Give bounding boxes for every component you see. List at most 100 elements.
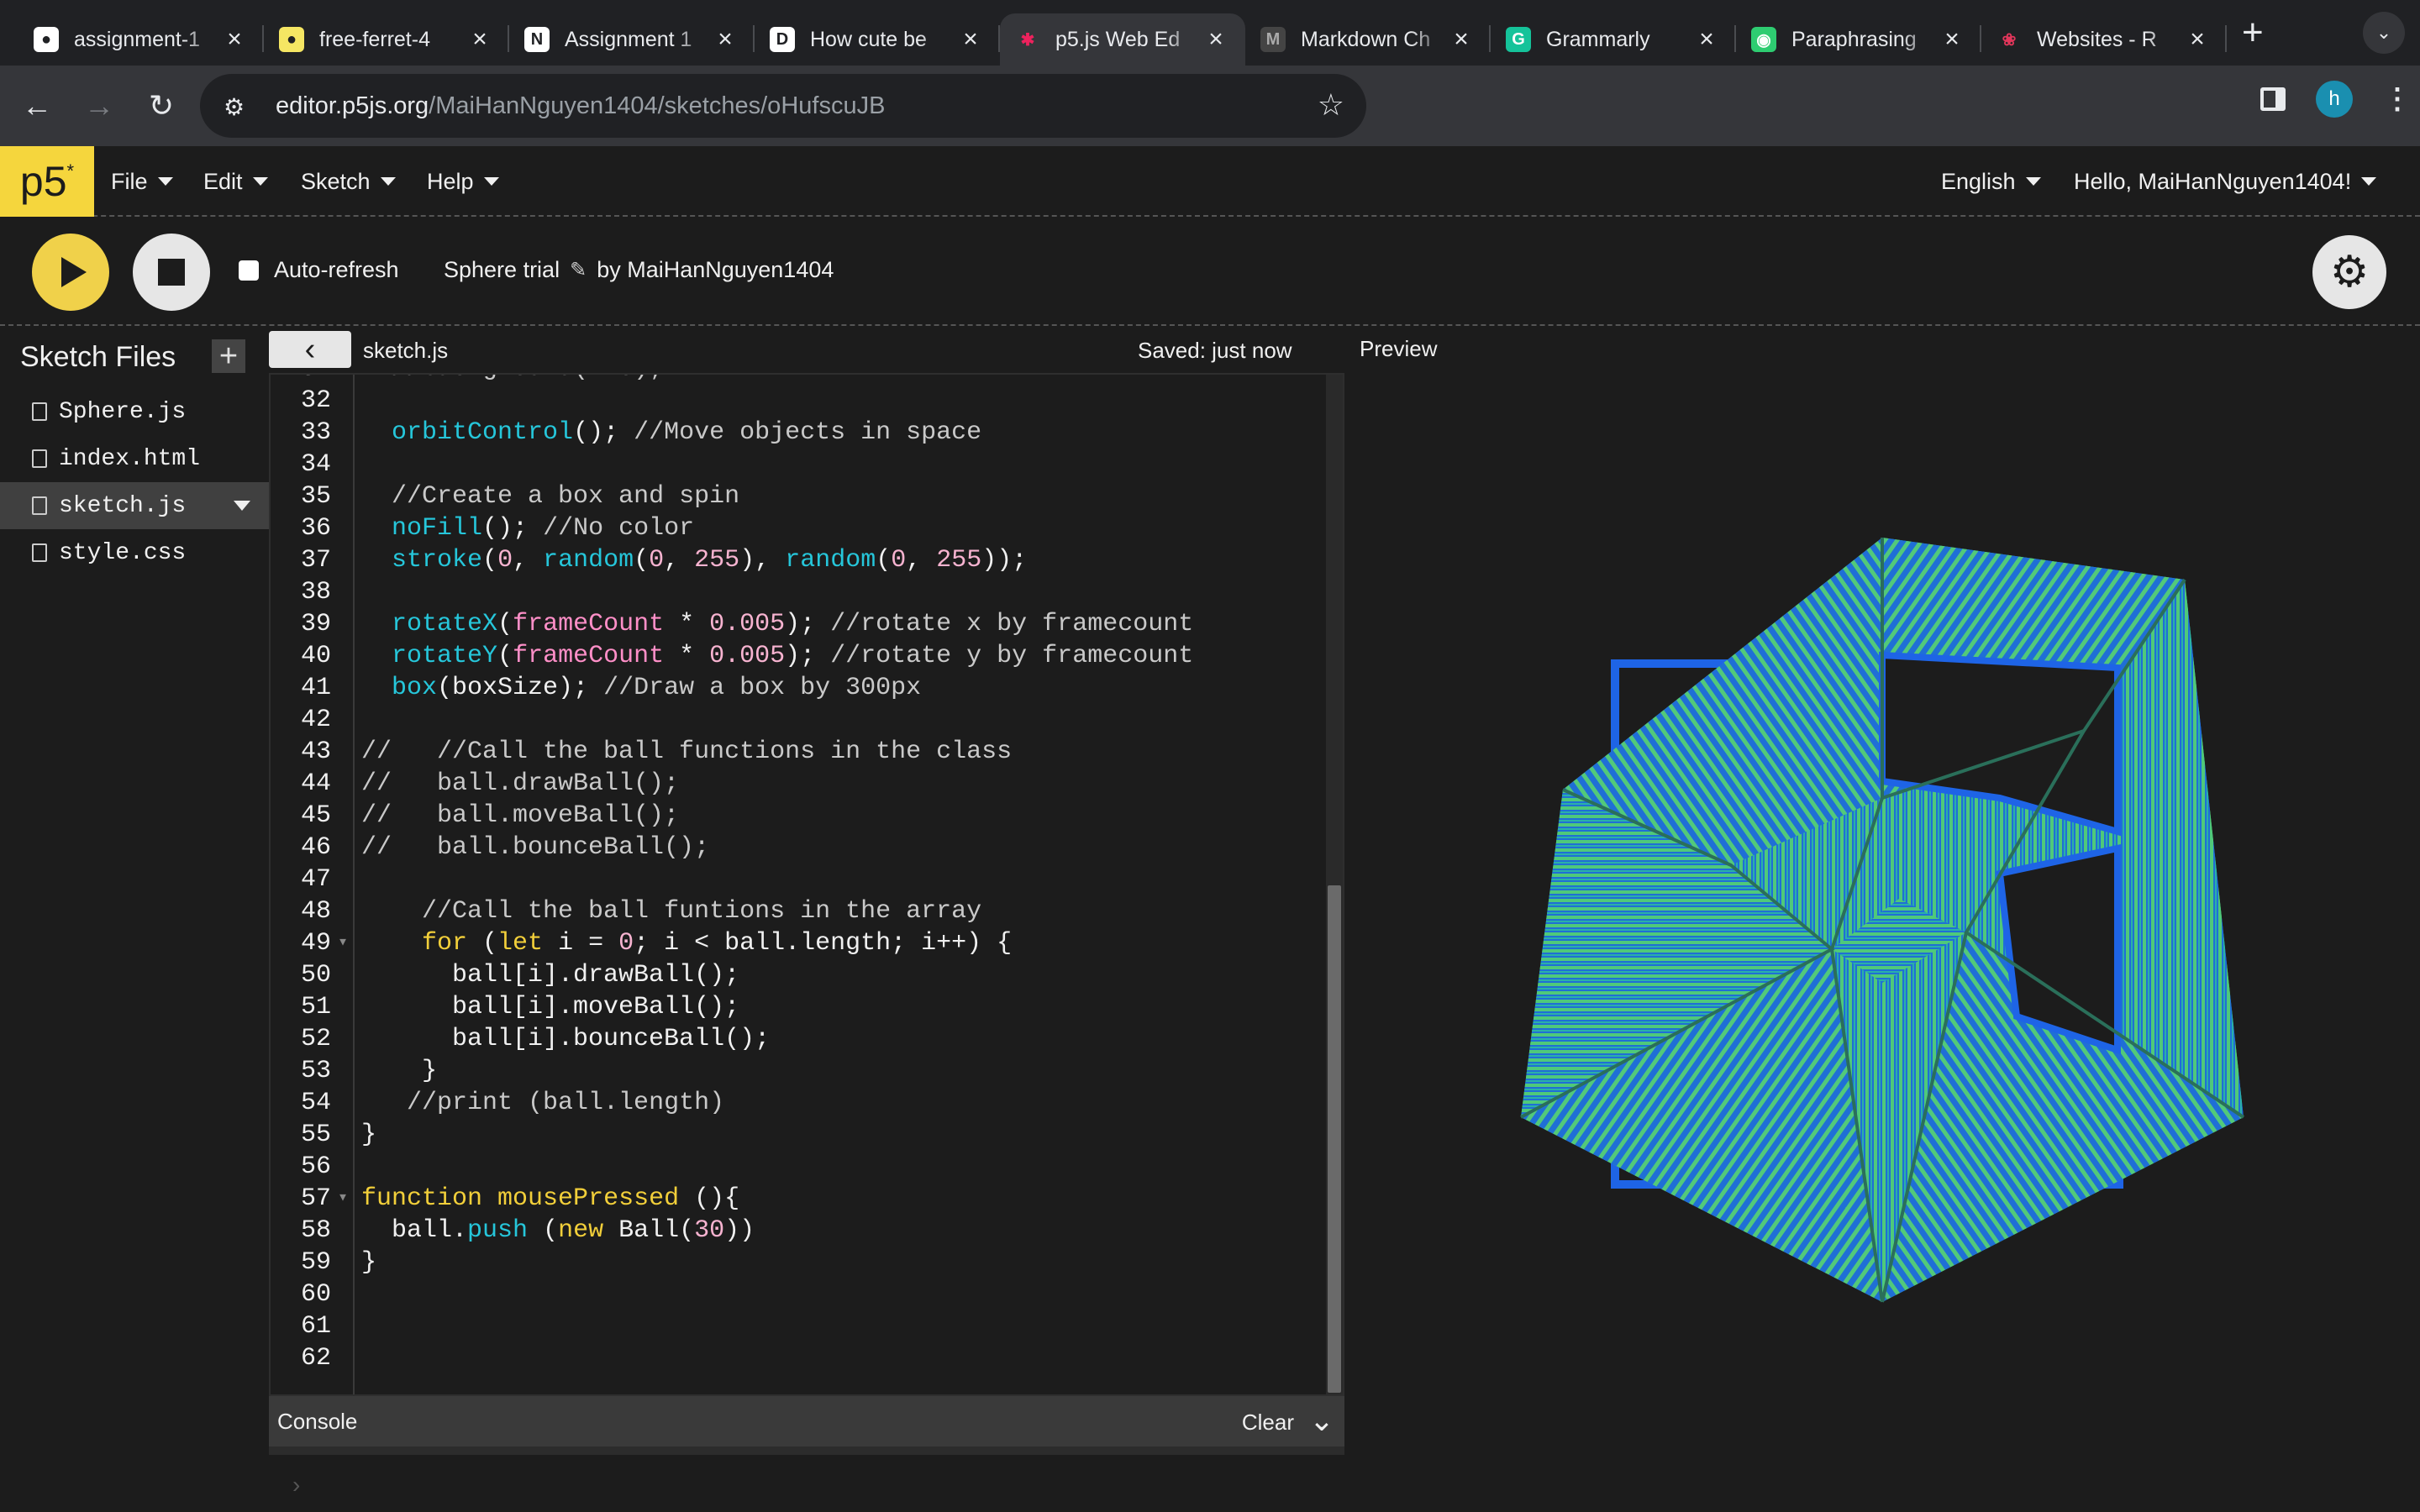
sidebar-file-item[interactable]: sketch.js bbox=[0, 482, 269, 529]
side-panel-icon[interactable] bbox=[2260, 87, 2286, 111]
code-line[interactable]: 32 bbox=[271, 385, 1329, 417]
chevron-down-icon bbox=[252, 177, 268, 186]
browser-tab[interactable]: D How cute be × bbox=[755, 13, 1000, 66]
code-line[interactable]: 35 //Create a box and spin bbox=[271, 480, 1329, 512]
code-line[interactable]: 40 rotateY(frameCount * 0.005); //rotate… bbox=[271, 640, 1329, 672]
close-icon[interactable]: × bbox=[2183, 25, 2212, 54]
language-select[interactable]: English bbox=[1941, 146, 2041, 217]
code-line[interactable]: 54 //print (ball.length) bbox=[271, 1087, 1329, 1119]
browser-tab[interactable]: G Grammarly × bbox=[1491, 13, 1736, 66]
code-editor[interactable]: 31 //background(220);3233 orbitControl()… bbox=[269, 373, 1344, 1396]
close-icon[interactable]: × bbox=[1202, 25, 1230, 54]
code-line[interactable]: 44 // ball.drawBall(); bbox=[271, 768, 1329, 800]
code-line[interactable]: 62 bbox=[271, 1342, 1329, 1374]
close-icon[interactable]: × bbox=[466, 25, 494, 54]
pencil-icon[interactable]: ✎ bbox=[570, 258, 587, 282]
reload-icon[interactable]: ↻ bbox=[136, 81, 187, 131]
code-line[interactable]: 57 ▾ function mousePressed (){ bbox=[271, 1183, 1329, 1215]
code-line[interactable]: 42 bbox=[271, 704, 1329, 736]
new-tab-button[interactable]: + bbox=[2242, 12, 2264, 54]
code-line[interactable]: 59} bbox=[271, 1247, 1329, 1278]
menu-edit[interactable]: Edit bbox=[203, 146, 268, 217]
console-output[interactable]: › bbox=[269, 1446, 1344, 1512]
auto-refresh-checkbox[interactable] bbox=[239, 260, 259, 281]
code-line[interactable]: 38 bbox=[271, 576, 1329, 608]
code-line[interactable]: 58 ball.push (new Ball(30)) bbox=[271, 1215, 1329, 1247]
browser-tab[interactable]: ● assignment-1 × bbox=[18, 13, 264, 66]
code-line[interactable]: 37 stroke(0, random(0, 255), random(0, 2… bbox=[271, 544, 1329, 576]
sidebar-file-item[interactable]: Sphere.js bbox=[0, 388, 269, 435]
fold-arrow-icon[interactable]: ▾ bbox=[331, 1183, 355, 1215]
menu-help[interactable]: Help bbox=[427, 146, 499, 217]
scrollbar-thumb[interactable] bbox=[1328, 885, 1341, 1393]
code-line[interactable]: 48 //Call the ball funtions in the array bbox=[271, 895, 1329, 927]
sidebar-file-item[interactable]: style.css bbox=[0, 529, 269, 576]
menu-sketch[interactable]: Sketch bbox=[301, 146, 396, 217]
close-icon[interactable]: × bbox=[1938, 25, 1966, 54]
chevron-down-icon[interactable]: ⌄ bbox=[1309, 1403, 1334, 1438]
code-line[interactable]: 47 bbox=[271, 864, 1329, 895]
stop-button[interactable] bbox=[133, 234, 210, 311]
tab-search-chevron-icon[interactable]: ⌄ bbox=[2363, 12, 2405, 54]
browser-tab[interactable]: ✱ p5.js Web Ed × bbox=[1000, 13, 1245, 66]
code-line[interactable]: 50 ball[i].drawBall(); bbox=[271, 959, 1329, 991]
code-line[interactable]: 55} bbox=[271, 1119, 1329, 1151]
code-line[interactable]: 51 ball[i].moveBall(); bbox=[271, 991, 1329, 1023]
play-button[interactable] bbox=[32, 234, 109, 311]
code-line[interactable]: 49 ▾ for (let i = 0; i < ball.length; i++… bbox=[271, 927, 1329, 959]
collapse-sidebar-button[interactable]: ‹ bbox=[269, 331, 351, 368]
file-icon bbox=[32, 449, 47, 468]
code-line[interactable]: 53 } bbox=[271, 1055, 1329, 1087]
code-line[interactable]: 52 ball[i].bounceBall(); bbox=[271, 1023, 1329, 1055]
browser-tab[interactable]: ● free-ferret-4 × bbox=[264, 13, 509, 66]
file-options-chevron-icon[interactable] bbox=[234, 501, 250, 511]
code-line[interactable]: 34 bbox=[271, 449, 1329, 480]
address-bar[interactable]: ⚙ editor.p5js.org/MaiHanNguyen1404/sketc… bbox=[200, 74, 1366, 138]
add-file-button[interactable]: + bbox=[212, 339, 245, 373]
sidebar-file-item[interactable]: index.html bbox=[0, 435, 269, 482]
console-clear-button[interactable]: Clear bbox=[1242, 1410, 1294, 1436]
p5-logo[interactable]: p5 * bbox=[0, 146, 94, 217]
close-icon[interactable]: × bbox=[956, 25, 985, 54]
close-icon[interactable]: × bbox=[711, 25, 739, 54]
code-line[interactable]: 46 // ball.bounceBall(); bbox=[271, 832, 1329, 864]
code-line[interactable]: 31 //background(220); bbox=[271, 375, 1329, 385]
code-line[interactable]: 56 bbox=[271, 1151, 1329, 1183]
forward-icon[interactable]: → bbox=[74, 81, 124, 131]
settings-gear-button[interactable]: ⚙ bbox=[2312, 235, 2386, 309]
close-icon[interactable]: × bbox=[1692, 25, 1721, 54]
sketch-name[interactable]: Sphere trial bbox=[444, 257, 560, 283]
code-line[interactable]: 36 noFill(); //No color bbox=[271, 512, 1329, 544]
code-area[interactable]: 31 //background(220);3233 orbitControl()… bbox=[271, 375, 1329, 1374]
browser-tab[interactable]: N Assignment 1 × bbox=[509, 13, 755, 66]
sketch-owner[interactable]: by MaiHanNguyen1404 bbox=[597, 257, 834, 283]
browser-tab[interactable]: ◉ Paraphrasing × bbox=[1736, 13, 1981, 66]
bookmark-star-icon[interactable]: ☆ bbox=[1318, 87, 1344, 123]
editor-file-name: sketch.js bbox=[363, 338, 449, 363]
site-settings-icon[interactable]: ⚙ bbox=[224, 93, 254, 120]
close-icon[interactable]: × bbox=[1447, 25, 1476, 54]
profile-avatar[interactable]: h bbox=[2316, 81, 2353, 118]
line-number: 47 bbox=[300, 865, 331, 894]
menu-file[interactable]: File bbox=[111, 146, 173, 217]
browser-menu-icon[interactable]: ⋮ bbox=[2383, 82, 2412, 116]
auto-refresh-toggle[interactable]: Auto-refresh bbox=[239, 257, 399, 283]
code-line[interactable]: 33 orbitControl(); //Move objects in spa… bbox=[271, 417, 1329, 449]
browser-tab[interactable]: M Markdown Ch × bbox=[1245, 13, 1491, 66]
editor-scrollbar[interactable] bbox=[1326, 375, 1343, 1394]
code-line[interactable]: 41 box(boxSize); //Draw a box by 300px bbox=[271, 672, 1329, 704]
code-line[interactable]: 60 bbox=[271, 1278, 1329, 1310]
fold-arrow-icon[interactable]: ▾ bbox=[331, 927, 355, 959]
browser-tab[interactable]: ❀ Websites - R × bbox=[1981, 13, 2227, 66]
back-icon[interactable]: ← bbox=[12, 81, 62, 131]
code-line[interactable]: 39 rotateX(frameCount * 0.005); //rotate… bbox=[271, 608, 1329, 640]
code-line[interactable]: 61 bbox=[271, 1310, 1329, 1342]
code-line[interactable]: 45 // ball.moveBall(); bbox=[271, 800, 1329, 832]
user-menu[interactable]: Hello, MaiHanNguyen1404! bbox=[2074, 146, 2377, 217]
close-icon[interactable]: × bbox=[220, 25, 249, 54]
preview-canvas[interactable] bbox=[1496, 512, 2269, 1336]
console-bar[interactable]: Console Clear ⌄ bbox=[269, 1396, 1344, 1446]
code-line[interactable]: 43 // //Call the ball functions in the cl… bbox=[271, 736, 1329, 768]
